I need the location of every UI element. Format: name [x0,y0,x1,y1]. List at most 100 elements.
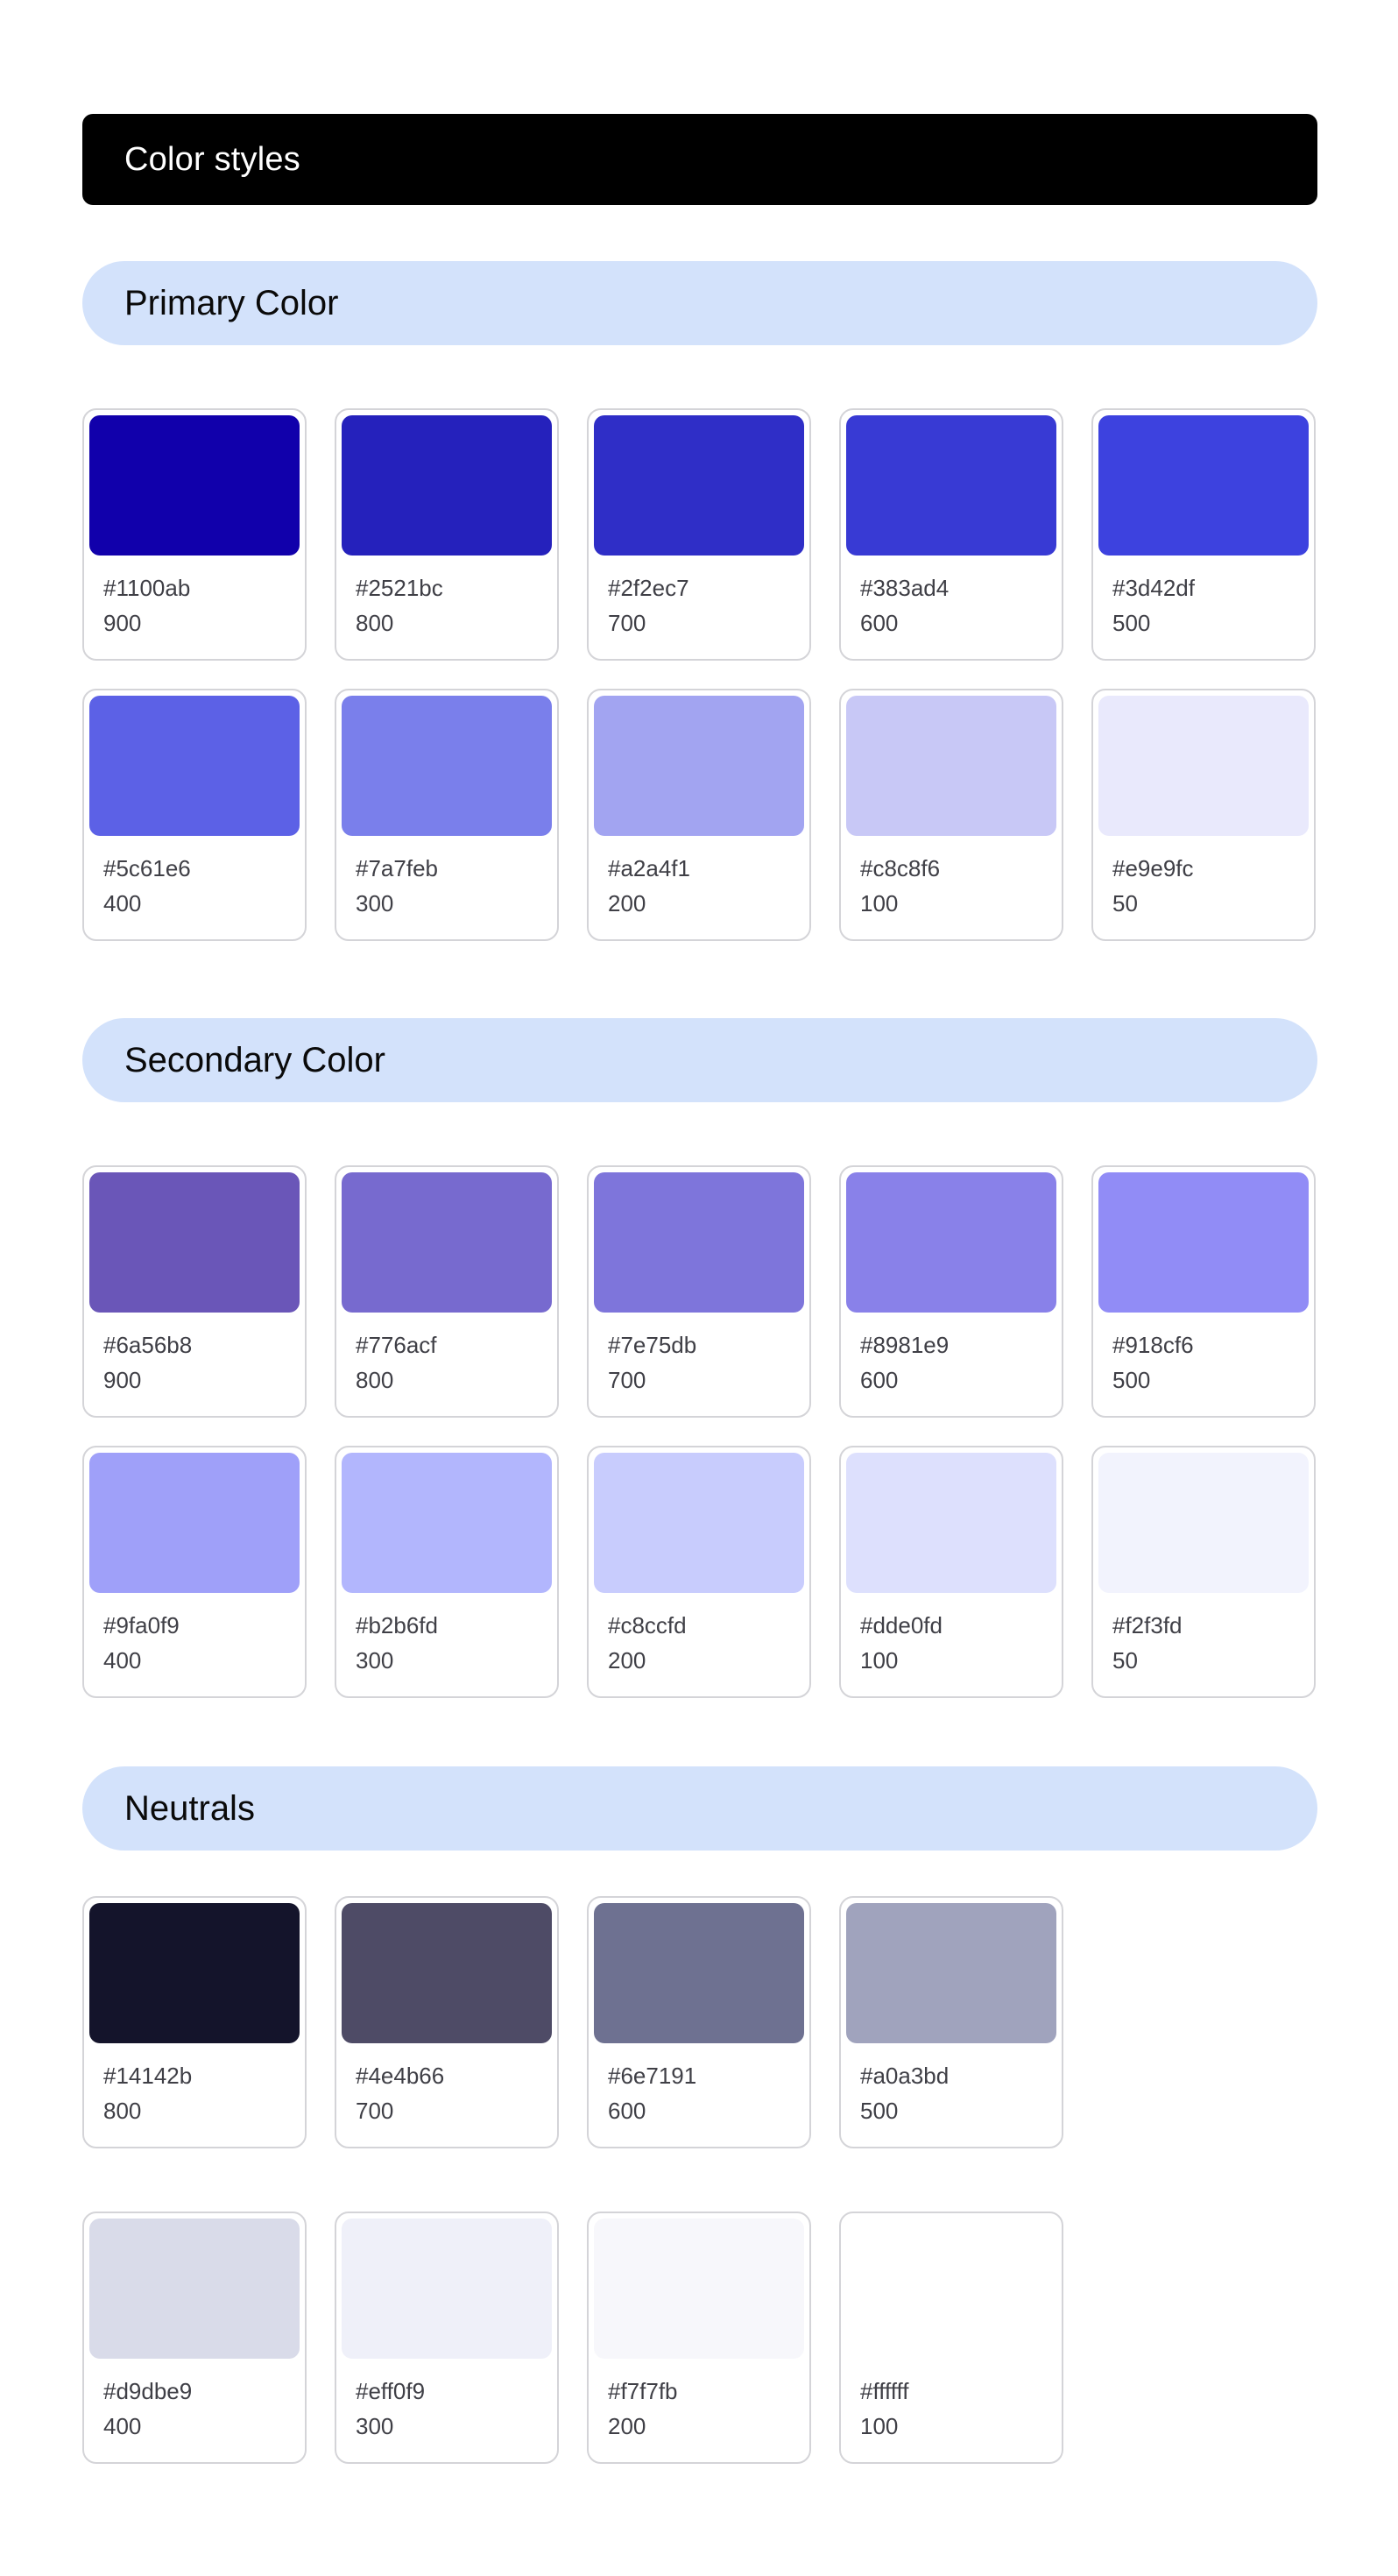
shade-value: 800 [103,2098,142,2124]
color-swatch-card[interactable]: #c8ccfd 200 [587,1446,811,1698]
shade-value: 300 [356,1647,394,1674]
shade-value: 700 [608,1367,646,1393]
color-swatch-card[interactable]: #b2b6fd 300 [335,1446,559,1698]
shade-value: 500 [1112,1367,1151,1393]
color-swatch-card[interactable]: #3d42df 500 [1091,408,1316,661]
shade-value: 900 [103,1367,142,1393]
color-swatch-card[interactable]: #2f2ec7 700 [587,408,811,661]
color-swatch [594,415,804,556]
hex-value: #2f2ec7 [608,575,689,601]
shade-value: 600 [860,610,899,636]
section-header-neutrals: Neutrals [82,1766,1317,1851]
shade-value: 300 [356,2413,394,2439]
hex-value: #8981e9 [860,1332,950,1358]
color-swatch [89,1453,300,1593]
shade-value: 200 [608,890,646,916]
hex-value: #a2a4f1 [608,855,690,881]
color-swatch-card[interactable]: #f7f7fb 200 [587,2212,811,2464]
hex-value: #f2f3fd [1112,1612,1183,1638]
section-header-primary: Primary Color [82,261,1317,345]
color-swatch-card[interactable]: #a2a4f1 200 [587,689,811,941]
color-swatch [89,1172,300,1313]
hex-value: #7e75db [608,1332,697,1358]
shade-value: 600 [608,2098,646,2124]
hex-value: #c8ccfd [608,1612,687,1638]
section-title: Secondary Color [124,1040,385,1079]
hex-value: #eff0f9 [356,2378,426,2404]
color-swatch-card[interactable]: #e9e9fc 50 [1091,689,1316,941]
page-title-bar: Color styles [82,114,1317,205]
hex-value: #a0a3bd [860,2063,950,2089]
color-swatch [594,1453,804,1593]
color-swatch-card[interactable]: #776acf 800 [335,1165,559,1418]
shade-value: 200 [608,2413,646,2439]
color-swatch-card[interactable]: #918cf6 500 [1091,1165,1316,1418]
color-swatch [342,415,552,556]
hex-value: #c8c8f6 [860,855,941,881]
section-title: Neutrals [124,1788,255,1828]
color-swatch-card[interactable]: #5c61e6 400 [82,689,307,941]
color-swatch-card[interactable]: #d9dbe9 400 [82,2212,307,2464]
color-swatch-card[interactable]: #ffffff 100 [839,2212,1063,2464]
color-swatch [342,2219,552,2359]
color-swatch-card[interactable]: #a0a3bd 500 [839,1896,1063,2148]
hex-value: #f7f7fb [608,2378,678,2404]
color-swatch-card[interactable]: #2521bc 800 [335,408,559,661]
color-swatch [1098,1453,1309,1593]
shade-value: 400 [103,2413,142,2439]
color-swatch [342,1903,552,2043]
color-swatch-card[interactable]: #dde0fd 100 [839,1446,1063,1698]
color-swatch-card[interactable]: #14142b 800 [82,1896,307,2148]
hex-value: #14142b [103,2063,193,2089]
shade-value: 100 [860,1647,899,1674]
color-swatch [89,2219,300,2359]
shade-value: 50 [1112,1647,1138,1674]
color-swatch-card[interactable]: #7e75db 700 [587,1165,811,1418]
hex-value: #2521bc [356,575,443,601]
color-swatch-card[interactable]: #8981e9 600 [839,1165,1063,1418]
shade-value: 400 [103,890,142,916]
section-header-secondary: Secondary Color [82,1018,1317,1102]
hex-value: #3d42df [1112,575,1195,601]
color-swatch [594,1903,804,2043]
shade-value: 100 [860,890,899,916]
hex-value: #6e7191 [608,2063,697,2089]
hex-value: #918cf6 [1112,1332,1194,1358]
hex-value: #7a7feb [356,855,438,881]
color-swatch-card[interactable]: #4e4b66 700 [335,1896,559,2148]
shade-value: 700 [356,2098,394,2124]
color-swatch [846,415,1056,556]
color-styles-page: Color styles Primary Color #1100ab 900 #25… [0,0,1398,2576]
color-swatch [89,1903,300,2043]
color-swatch-card[interactable]: #6e7191 600 [587,1896,811,2148]
shade-value: 600 [860,1367,899,1393]
hex-value: #e9e9fc [1112,855,1194,881]
color-swatch-card[interactable]: #7a7feb 300 [335,689,559,941]
shade-value: 100 [860,2413,899,2439]
hex-value: #9fa0f9 [103,1612,180,1638]
color-swatch [846,696,1056,836]
page-title: Color styles [124,140,300,178]
hex-value: #d9dbe9 [103,2378,193,2404]
section-title: Primary Color [124,283,339,322]
color-swatch [342,1172,552,1313]
color-swatch [846,1903,1056,2043]
color-swatch-card[interactable]: #f2f3fd 50 [1091,1446,1316,1698]
shade-value: 200 [608,1647,646,1674]
hex-value: #1100ab [103,575,191,601]
color-swatch [89,696,300,836]
hex-value: #b2b6fd [356,1612,438,1638]
color-swatch-card[interactable]: #6a56b8 900 [82,1165,307,1418]
color-swatch-card[interactable]: #383ad4 600 [839,408,1063,661]
color-swatch [594,1172,804,1313]
color-swatch-card[interactable]: #eff0f9 300 [335,2212,559,2464]
color-swatch-card[interactable]: #9fa0f9 400 [82,1446,307,1698]
shade-value: 700 [608,610,646,636]
color-swatch-card[interactable]: #1100ab 900 [82,408,307,661]
color-swatch [846,2219,1056,2359]
color-swatch [846,1172,1056,1313]
shade-value: 800 [356,610,394,636]
color-swatch [1098,1172,1309,1313]
shade-value: 900 [103,610,142,636]
color-swatch-card[interactable]: #c8c8f6 100 [839,689,1063,941]
